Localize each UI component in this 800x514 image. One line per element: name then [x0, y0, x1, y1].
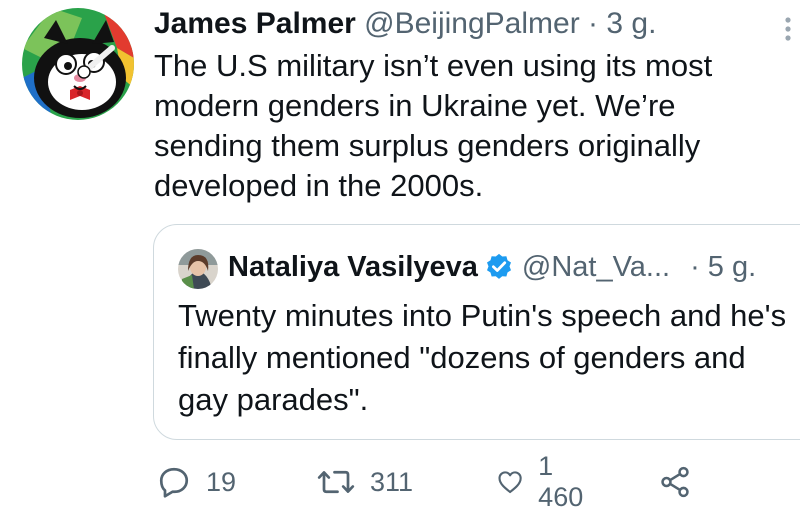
- profile-photo-icon: [178, 249, 218, 289]
- more-options-button[interactable]: [776, 8, 800, 48]
- reply-icon: [159, 467, 189, 498]
- share-button[interactable]: [658, 462, 692, 502]
- quoted-author-name[interactable]: Nataliya Vasilyeva: [228, 247, 478, 287]
- like-button[interactable]: 1 460: [496, 451, 591, 512]
- verified-badge-icon: [484, 252, 514, 282]
- quoted-tweet-header: Nataliya Vasilyeva @Nat_Va... · 5 g.: [228, 247, 756, 287]
- header-separator: ·: [588, 7, 599, 40]
- retweet-button[interactable]: 311: [316, 462, 413, 502]
- quoted-author-avatar[interactable]: [178, 249, 218, 289]
- tweet[interactable]: James Palmer @BeijingPalmer · 3 g. The U…: [0, 0, 800, 514]
- cartoon-cat-avatar-icon: [22, 8, 134, 120]
- quoted-author-handle[interactable]: @Nat_Va...: [522, 247, 670, 287]
- author-handle[interactable]: @BeijingPalmer: [364, 7, 580, 40]
- share-icon: [661, 466, 689, 498]
- like-count: 1 460: [538, 451, 584, 512]
- quoted-header-separator: ·: [690, 251, 700, 283]
- reply-button[interactable]: 19: [156, 462, 236, 502]
- vertical-ellipsis-icon: [785, 17, 791, 41]
- tweet-text: The U.S military isn’t even using its mo…: [154, 48, 713, 203]
- author-name[interactable]: James Palmer: [154, 7, 356, 40]
- heart-icon: [498, 471, 522, 494]
- quoted-tweet-time[interactable]: 5 g.: [708, 247, 756, 287]
- retweet-count: 311: [370, 466, 414, 497]
- retweet-icon: [317, 470, 355, 494]
- reply-count: 19: [206, 466, 237, 497]
- quoted-tweet-card[interactable]: Nataliya Vasilyeva @Nat_Va... · 5 g. Twe…: [153, 224, 800, 440]
- author-avatar[interactable]: [22, 8, 134, 120]
- tweet-header: James Palmer @BeijingPalmer · 3 g.: [154, 4, 656, 44]
- tweet-time[interactable]: 3 g.: [606, 7, 656, 40]
- quoted-tweet-text: Twenty minutes into Putin's speech and h…: [178, 298, 787, 417]
